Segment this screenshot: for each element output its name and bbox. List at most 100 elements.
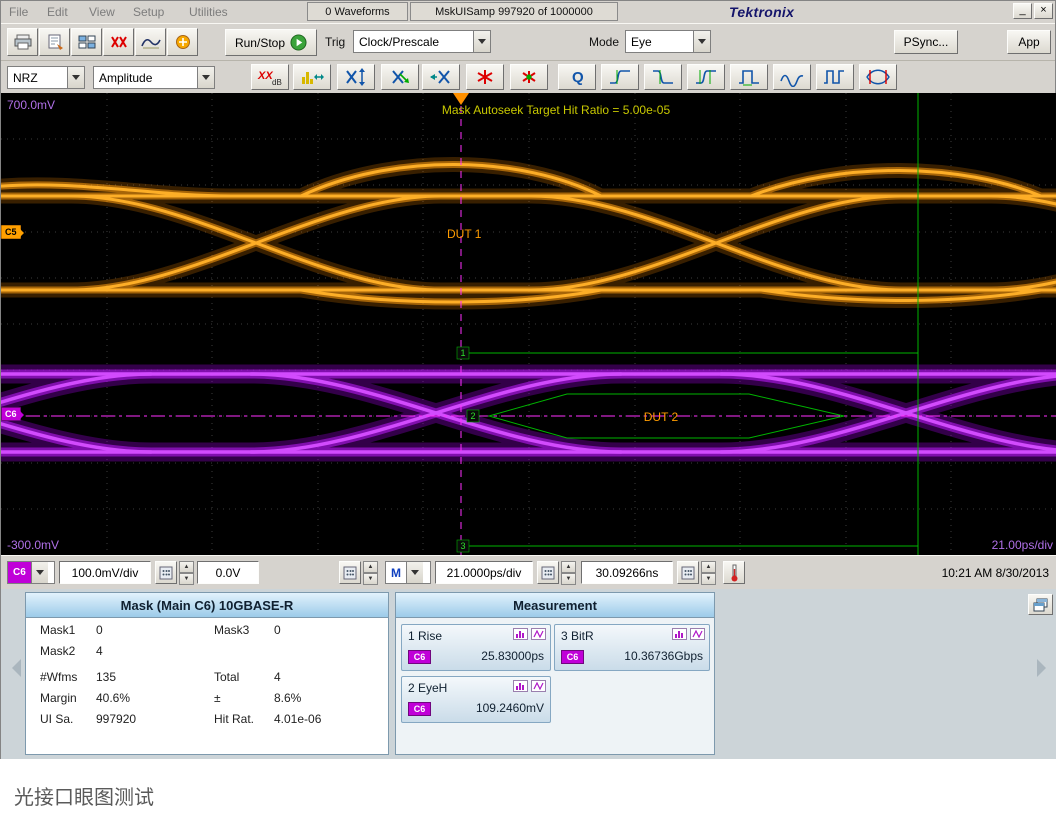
eye-diagram-canvas: 1 2 3 Mask Autoseek Target Hit Ratio = 5… [1,93,1056,555]
mask-hit-count-button[interactable] [510,64,548,90]
minimize-button[interactable]: _ [1013,3,1032,19]
svg-text:2: 2 [470,411,475,421]
timebase-select[interactable]: M [385,561,431,584]
main-toolbar: Run/Stop Trig Clock/Prescale Mode Eye PS… [1,23,1055,60]
waveform-icon[interactable] [531,680,546,692]
mode-value: Eye [626,31,693,52]
source-badge: C6 [561,650,584,664]
pulse-width-icon [736,67,762,87]
measurement-card-bitrate[interactable]: 3 BitR C6 10.36736Gbps [554,624,710,671]
mask-autoseek-vertical-button[interactable] [337,64,375,90]
spin-up-icon[interactable]: ▲ [179,561,194,573]
temperature-status-button[interactable] [723,561,745,584]
measure-category-select[interactable]: Amplitude [93,66,215,89]
mask-margin-histogram-button[interactable] [293,64,331,90]
restore-panels-button[interactable] [1028,594,1053,615]
spin-down-icon[interactable]: ▼ [363,573,378,585]
period-button[interactable] [816,64,854,90]
delay-field[interactable]: 30.09266ns [581,561,673,584]
waveform-display[interactable]: 1 2 3 Mask Autoseek Target Hit Ratio = 5… [1,93,1056,555]
signal-type-select[interactable]: NRZ [7,66,85,89]
chevron-down-icon [473,31,490,52]
offset-field[interactable]: 0.0V [197,561,259,584]
export-button[interactable] [39,28,70,56]
measurement-card-rise[interactable]: 1 Rise C6 25.83000ps [401,624,551,671]
fall-time-button[interactable] [644,64,682,90]
menu-setup[interactable]: Setup [133,5,164,19]
spin-up-icon[interactable]: ▲ [363,561,378,573]
mask-align-left-button[interactable] [422,64,460,90]
mask-results-panel[interactable]: Mask (Main C6) 10GBASE-R Mask10 Mask30 M… [25,592,389,755]
horizontal-scale-keypad-button[interactable] [537,561,559,584]
spin-up-icon[interactable]: ▲ [561,561,576,573]
close-button[interactable]: × [1034,3,1053,19]
waveform-amplitude-button[interactable] [773,64,811,90]
mask-test-db-button[interactable]: XXdB [251,64,289,90]
trigger-source-select[interactable]: Clock/Prescale [353,30,491,53]
menu-file[interactable]: File [9,5,28,19]
math-button[interactable] [135,28,166,56]
mode-select[interactable]: Eye [625,30,711,53]
time-scale-label: 21.00ps/div [992,538,1053,552]
mask-reset-button[interactable] [466,64,504,90]
thermometer-icon [727,564,741,582]
printer-icon [13,34,33,50]
chevron-down-icon [31,562,48,583]
window-controls: _ × [1013,3,1053,19]
vertical-scale-field[interactable]: 100.0mV/div [59,561,151,584]
oscilloscope-window: File Edit View Setup Utilities 0 Wavefor… [0,0,1056,759]
menu-view[interactable]: View [89,5,115,19]
vertical-scale-keypad-button[interactable] [155,561,177,584]
measurement-value: 109.2460mV [476,701,544,715]
trig-label: Trig [325,35,345,49]
histogram-icon[interactable] [513,628,528,640]
spin-down-icon[interactable]: ▼ [561,573,576,585]
channel6-badge[interactable]: C6 [1,407,21,421]
channel6-marker-arrow-icon [20,411,28,419]
run-stop-label: Run/Stop [235,36,285,50]
rise-time-button[interactable] [601,64,639,90]
scroll-right-arrow[interactable] [1037,659,1055,677]
scroll-left-arrow[interactable] [3,659,21,677]
histogram-icon[interactable] [513,680,528,692]
mask-test-button[interactable] [103,28,134,56]
delay-spinner[interactable]: ▲▼ [701,561,716,584]
mask-autoseek-button[interactable] [381,64,419,90]
mask-xx-icon [109,34,129,50]
eye-pattern-button[interactable] [859,64,897,90]
rise-cursors-button[interactable] [687,64,725,90]
source-badge: C6 [408,702,431,716]
chevron-down-icon [197,67,214,88]
measurement-panel[interactable]: Measurement 1 Rise C6 25.83000ps 3 BitR [395,592,715,755]
menu-utilities[interactable]: Utilities [189,5,228,19]
offset-keypad-button[interactable] [339,561,361,584]
offset-spinner[interactable]: ▲▼ [363,561,378,584]
q-factor-button[interactable]: Q [558,64,596,90]
keypad-icon [343,566,357,580]
svg-text:XX: XX [257,70,273,82]
channel5-eye-trace [1,164,1056,302]
delay-keypad-button[interactable] [677,561,699,584]
pulse-width-button[interactable] [730,64,768,90]
spin-down-icon[interactable]: ▼ [701,573,716,585]
math-waveform-icon [141,34,161,50]
autoset-button[interactable] [167,28,198,56]
menu-edit[interactable]: Edit [47,5,68,19]
dut1-label: DUT 1 [447,227,482,241]
histogram-icon[interactable] [672,628,687,640]
spin-down-icon[interactable]: ▼ [179,573,194,585]
spin-up-icon[interactable]: ▲ [701,561,716,573]
tile-display-button[interactable] [71,28,102,56]
horizontal-scale-field[interactable]: 21.0000ps/div [435,561,533,584]
vertical-scale-spinner[interactable]: ▲▼ [179,561,194,584]
waveform-icon[interactable] [531,628,546,640]
print-button[interactable] [7,28,38,56]
waveform-icon[interactable] [690,628,705,640]
channel5-badge[interactable]: C5 [1,225,21,239]
run-stop-button[interactable]: Run/Stop [225,29,317,56]
psync-button[interactable]: PSync... [894,30,958,54]
measurement-card-eyeheight[interactable]: 2 EyeH C6 109.2460mV [401,676,551,723]
app-button[interactable]: App [1007,30,1051,54]
horizontal-scale-spinner[interactable]: ▲▼ [561,561,576,584]
channel-select[interactable]: C6 [7,561,55,584]
